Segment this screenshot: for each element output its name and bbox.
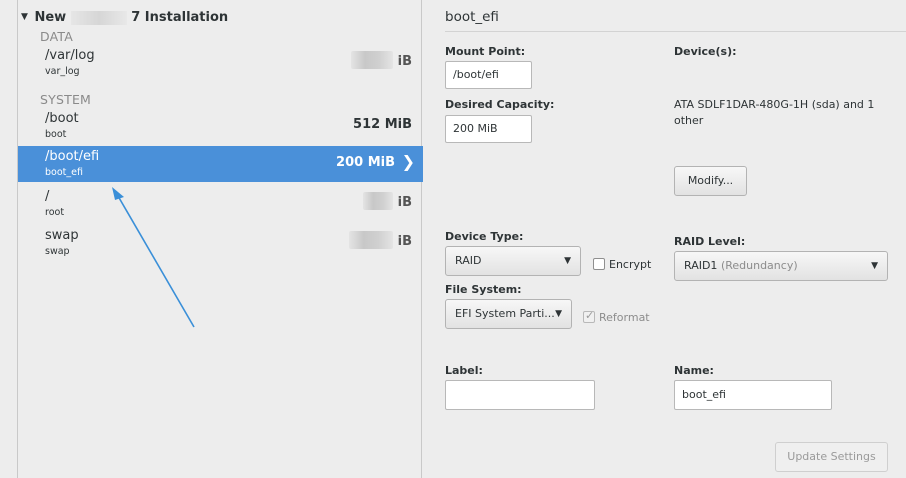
mount-point-list: ▼ New 7 Installation DATA /var/log var_l… [17,0,423,478]
checkmark-icon: ✓ [585,309,595,322]
encrypt-label: Encrypt [609,258,652,271]
reformat-checkbox[interactable]: ✓ [583,309,595,323]
raid-level-value: RAID1 [684,259,718,272]
update-settings-button[interactable]: Update Settings [775,442,888,472]
redacted-size [363,192,393,210]
mount-item-boot[interactable]: /boot boot 512 MiB [18,108,423,144]
mount-device: var_log [45,66,80,77]
devices-label: Device(s): [674,45,737,58]
group-label-data: DATA [40,29,74,44]
modify-button[interactable]: Modify... [674,166,747,196]
mount-size: iB [397,54,412,69]
name-field[interactable]: boot_efi [674,380,832,410]
mount-size: 512 MiB [353,117,412,132]
mount-device: root [45,207,65,218]
mount-name: / [45,189,50,204]
raid-level-note: (Redundancy) [720,259,798,272]
group-label-system: SYSTEM [40,92,92,107]
installation-header[interactable]: ▼ New 7 Installation [21,10,228,25]
mount-item-var-log[interactable]: /var/log var_log iB [18,45,423,81]
detail-title: boot_efi [445,9,499,25]
label-field[interactable] [445,380,595,410]
chevron-right-icon: ❯ [401,152,415,171]
device-type-select[interactable]: RAID ▼ [445,246,581,276]
mount-device: boot_efi [45,167,83,178]
mount-name: swap [45,228,79,243]
devices-value: ATA SDLF1DAR-480G-1H (sda) and 1 other [674,98,875,127]
mount-device: boot [45,129,67,140]
mount-size: iB [397,195,412,210]
mount-detail-panel: boot_efi Mount Point: /boot/efi Desired … [423,0,906,478]
redacted-text [70,10,127,25]
encrypt-checkbox[interactable] [593,258,605,270]
mount-name: /boot/efi [45,149,100,164]
title-separator [445,31,906,32]
label-field-label: Label: [445,364,483,377]
mount-item-swap[interactable]: swap swap iB [18,225,423,261]
device-type-label: Device Type: [445,230,524,243]
expander-triangle-icon[interactable]: ▼ [21,12,28,22]
mount-size: 200 MiB [336,155,395,170]
installation-prefix: New [34,10,67,25]
name-label: Name: [674,364,714,377]
mount-item-boot-efi[interactable]: /boot/efi boot_efi 200 MiB ❯ [18,146,423,182]
mount-name: /boot [45,111,79,126]
mount-name: /var/log [45,48,95,63]
caret-down-icon: ▼ [555,309,562,319]
file-system-value: EFI System Parti... [455,307,555,320]
desired-capacity-label: Desired Capacity: [445,98,555,111]
device-type-value: RAID [455,254,482,267]
caret-down-icon: ▼ [871,261,878,271]
caret-down-icon: ▼ [564,256,571,266]
redacted-size [349,231,393,249]
mount-device: swap [45,246,70,257]
redacted-size [351,51,393,69]
raid-level-select[interactable]: RAID1 (Redundancy) ▼ [674,251,888,281]
desired-capacity-field[interactable]: 200 MiB [445,115,532,143]
mount-item-root[interactable]: / root iB [18,186,423,222]
raid-level-label: RAID Level: [674,235,746,248]
mount-point-field[interactable]: /boot/efi [445,61,532,89]
file-system-label: File System: [445,283,522,296]
installation-suffix: 7 Installation [131,10,229,25]
reformat-label: Reformat [599,311,650,324]
file-system-select[interactable]: EFI System Parti... ▼ [445,299,572,329]
mount-point-label: Mount Point: [445,45,526,58]
mount-size: iB [397,234,412,249]
